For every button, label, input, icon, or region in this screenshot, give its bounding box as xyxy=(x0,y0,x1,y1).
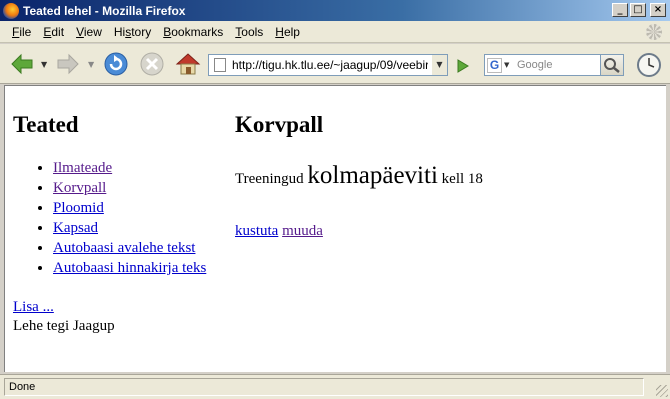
reload-button[interactable] xyxy=(102,50,130,78)
menu-edit[interactable]: Edit xyxy=(37,25,70,39)
list-item: Korvpall xyxy=(53,178,223,198)
article-heading: Korvpall xyxy=(235,112,324,137)
clock-icon xyxy=(637,53,661,77)
go-arrow-icon xyxy=(457,59,469,73)
firefox-icon xyxy=(3,2,19,19)
list-item: Autobaasi avalehe tekst xyxy=(53,238,223,258)
announcement-list: Ilmateade Korvpall Ploomid Kapsad Autoba… xyxy=(53,158,223,278)
menu-bar: File Edit View History Bookmarks Tools H… xyxy=(0,21,670,43)
announcement-link[interactable]: Ploomid xyxy=(53,200,104,216)
minimize-button[interactable]: _ xyxy=(612,3,628,17)
home-icon xyxy=(175,53,201,75)
announcement-link[interactable]: Kapsad xyxy=(53,220,98,236)
home-button[interactable] xyxy=(174,50,202,78)
reload-icon xyxy=(104,52,128,76)
page-icon xyxy=(214,58,226,72)
delete-link[interactable]: kustuta xyxy=(235,223,278,239)
status-bar: Done xyxy=(0,374,670,399)
menu-tools[interactable]: Tools xyxy=(229,25,269,39)
sidebar: Teated Ilmateade Korvpall Ploomid Kapsad… xyxy=(13,110,223,336)
menu-file[interactable]: File xyxy=(6,25,37,39)
forward-arrow-icon xyxy=(57,53,79,75)
url-history-dropdown-icon[interactable]: ▼ xyxy=(432,54,448,76)
announcement-link[interactable]: Autobaasi avalehe tekst xyxy=(53,240,195,256)
menu-history[interactable]: History xyxy=(108,25,157,39)
search-button[interactable] xyxy=(600,54,624,76)
window-controls: _ □ × xyxy=(612,3,666,17)
search-engine-selector[interactable]: G ▼ xyxy=(484,54,514,76)
address-bar[interactable] xyxy=(208,54,436,76)
list-item: Autobaasi hinnakirja teks xyxy=(53,258,223,278)
google-icon: G xyxy=(487,57,502,73)
stop-button[interactable] xyxy=(138,50,166,78)
navigation-toolbar: ▼ ▼ ▼ G ▼ xyxy=(0,44,670,84)
page-content: Teated Ilmateade Korvpall Ploomid Kapsad… xyxy=(4,85,666,372)
stop-icon xyxy=(140,52,164,76)
body-text-before: Treeningud xyxy=(235,171,308,187)
list-item: Ilmateade xyxy=(53,158,223,178)
menu-help[interactable]: Help xyxy=(269,25,306,39)
announcement-link[interactable]: Autobaasi hinnakirja teks xyxy=(53,260,206,276)
history-button[interactable] xyxy=(636,52,662,78)
status-text: Done xyxy=(4,378,644,396)
edit-link[interactable]: muuda xyxy=(282,223,323,239)
menu-bookmarks[interactable]: Bookmarks xyxy=(157,25,229,39)
go-button[interactable] xyxy=(452,56,474,76)
search-box[interactable] xyxy=(514,54,600,76)
back-history-dropdown-icon[interactable]: ▼ xyxy=(41,60,49,69)
add-link[interactable]: Lisa ... xyxy=(13,298,223,317)
window-title: Teated lehel - Mozilla Firefox xyxy=(23,3,186,18)
resize-grip-icon[interactable] xyxy=(656,385,668,397)
announcement-link[interactable]: Korvpall xyxy=(53,180,106,196)
article-actions: kustuta muuda xyxy=(235,223,655,240)
forward-history-dropdown-icon[interactable]: ▼ xyxy=(88,60,96,69)
search-input[interactable] xyxy=(514,55,598,75)
activity-throbber-icon xyxy=(646,24,662,40)
announcement-link[interactable]: Ilmateade xyxy=(53,160,112,176)
window-titlebar: Teated lehel - Mozilla Firefox _ □ × xyxy=(0,0,670,21)
article: Korvpall Treeningud kolmapäeviti kell 18… xyxy=(235,110,655,240)
forward-button[interactable] xyxy=(54,50,82,78)
sidebar-heading: Teated xyxy=(13,112,79,137)
magnifier-icon xyxy=(604,58,620,73)
list-item: Ploomid xyxy=(53,198,223,218)
maximize-button[interactable]: □ xyxy=(630,3,646,17)
menu-view[interactable]: View xyxy=(70,25,108,39)
back-button[interactable] xyxy=(8,50,36,78)
chevron-down-icon: ▼ xyxy=(504,61,510,69)
body-text-after: kell 18 xyxy=(437,171,483,187)
author-note: Lehe tegi Jaagup xyxy=(13,318,115,334)
article-body: Treeningud kolmapäeviti kell 18 xyxy=(235,162,655,193)
url-input[interactable] xyxy=(232,56,428,74)
body-text-big: kolmapäeviti xyxy=(307,162,438,189)
close-button[interactable]: × xyxy=(650,3,666,17)
back-arrow-icon xyxy=(11,53,33,75)
list-item: Kapsad xyxy=(53,218,223,238)
